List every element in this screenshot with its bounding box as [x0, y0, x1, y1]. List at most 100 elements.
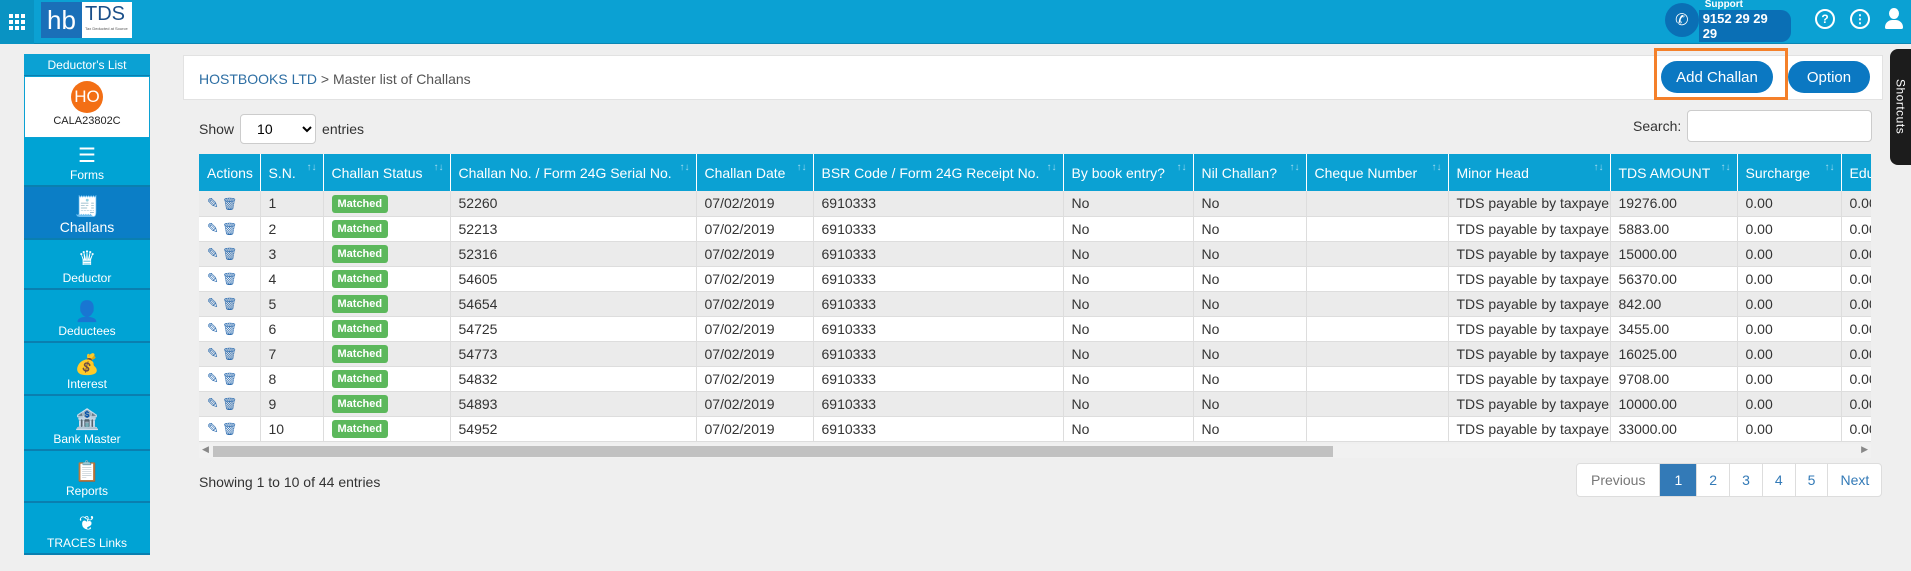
column-header[interactable]: Challan Status ↑↓ — [323, 154, 451, 191]
edit-icon[interactable]: ✎ — [207, 320, 219, 336]
column-header[interactable]: Edu — [1841, 154, 1871, 191]
actions-cell: ✎ 🗑 — [199, 366, 261, 392]
sort-icon[interactable]: ↑↓ — [1721, 162, 1731, 173]
trash-icon[interactable]: 🗑 — [219, 397, 237, 411]
column-header-label: Edu — [1849, 164, 1872, 181]
scrollbar-thumb[interactable] — [213, 446, 1333, 457]
sidebar-item-bank-master[interactable]: 🏦 Bank Master — [24, 396, 150, 451]
table-cell: No — [1193, 391, 1307, 417]
sidebar-item-deductees[interactable]: 👤 Deductees — [24, 290, 150, 343]
page-next[interactable]: Next — [1827, 464, 1881, 496]
edit-icon[interactable]: ✎ — [207, 220, 219, 236]
column-header[interactable]: Minor Head ↑↓ — [1448, 154, 1611, 191]
scroll-right-icon[interactable]: ▶ — [1861, 444, 1868, 455]
table-cell: TDS payable by taxpayer — [1448, 416, 1611, 442]
table-cell: No — [1063, 316, 1194, 342]
more-icon[interactable]: ⋮ — [1850, 9, 1870, 29]
shortcuts-tab[interactable]: Shortcuts — [1890, 49, 1911, 165]
page-2[interactable]: 2 — [1696, 464, 1729, 496]
trash-icon[interactable]: 🗑 — [219, 372, 237, 386]
trash-icon[interactable]: 🗑 — [219, 222, 237, 236]
column-header-label: By book entry? — [1071, 164, 1165, 181]
edit-icon[interactable]: ✎ — [207, 245, 219, 261]
edit-icon[interactable]: ✎ — [207, 395, 219, 411]
sort-icon[interactable]: ↑↓ — [1432, 162, 1442, 173]
edit-icon[interactable]: ✎ — [207, 370, 219, 386]
table-cell: Matched — [323, 366, 451, 392]
sidebar-item-traces-links[interactable]: ❦ TRACES Links — [24, 503, 150, 555]
table-cell: 0.00 — [1737, 341, 1842, 367]
table-cell: No — [1063, 416, 1194, 442]
column-header[interactable]: Cheque Number ↑↓ — [1306, 154, 1449, 191]
trash-icon[interactable]: 🗑 — [219, 247, 237, 261]
edit-icon[interactable]: ✎ — [207, 345, 219, 361]
page-3[interactable]: 3 — [1729, 464, 1762, 496]
edit-icon[interactable]: ✎ — [207, 270, 219, 286]
sidebar-item-challans[interactable]: 🧾 Challans — [24, 187, 150, 240]
column-header[interactable]: BSR Code / Form 24G Receipt No. ↑↓ — [813, 154, 1064, 191]
scroll-left-icon[interactable]: ◀ — [202, 444, 209, 455]
column-header[interactable]: TDS AMOUNT ↑↓ — [1610, 154, 1738, 191]
page-previous[interactable]: Previous — [1577, 464, 1659, 496]
edit-icon[interactable]: ✎ — [207, 295, 219, 311]
support-contact[interactable]: ✆ Support 9152 29 29 29 — [1665, 0, 1791, 42]
edit-icon[interactable]: ✎ — [207, 420, 219, 436]
sidebar-item-interest[interactable]: 💰 Interest — [24, 343, 150, 396]
page-5[interactable]: 5 — [1794, 464, 1828, 496]
breadcrumb-company[interactable]: HOSTBOOKS LTD — [199, 71, 317, 87]
deductor-card[interactable]: HO CALA23802C — [24, 76, 150, 138]
column-header[interactable]: S.N. ↑↓ — [260, 154, 324, 191]
trash-icon[interactable]: 🗑 — [219, 347, 237, 361]
apps-grid-button[interactable] — [0, 0, 34, 44]
option-button[interactable]: Option — [1788, 61, 1870, 93]
actions-cell: ✎ 🗑 — [199, 191, 261, 217]
table-cell: 19276.00 — [1610, 191, 1738, 217]
table-cell: 0.00 — [1737, 241, 1842, 267]
column-header[interactable]: Challan No. / Form 24G Serial No. ↑↓ — [450, 154, 697, 191]
sort-icon[interactable]: ↑↓ — [1825, 162, 1835, 173]
horizontal-scrollbar[interactable]: ◀ ▶ — [199, 444, 1871, 458]
column-header[interactable]: Actions — [199, 154, 261, 191]
sidebar-item-forms[interactable]: ☰ Forms — [24, 138, 150, 187]
help-icon[interactable]: ? — [1815, 9, 1835, 29]
breadcrumb-separator: > — [320, 71, 330, 87]
logo[interactable]: hb TDS Tax Deducted at Source — [41, 2, 132, 38]
table-cell: 3455.00 — [1610, 316, 1738, 342]
sort-icon[interactable]: ↑↓ — [434, 162, 444, 173]
support-label: Support — [1704, 0, 1744, 10]
table-info: Showing 1 to 10 of 44 entries — [199, 474, 381, 490]
user-icon[interactable] — [1884, 8, 1904, 30]
page-4[interactable]: 4 — [1761, 464, 1795, 496]
sidebar-item-deductor[interactable]: ♛ Deductor — [24, 240, 150, 290]
entries-label: entries — [322, 121, 365, 137]
table-cell: 07/02/2019 — [696, 191, 814, 217]
column-header[interactable]: Surcharge ↑↓ — [1737, 154, 1842, 191]
table-cell: 9708.00 — [1610, 366, 1738, 392]
column-header[interactable]: By book entry? ↑↓ — [1063, 154, 1194, 191]
actions-cell: ✎ 🗑 — [199, 416, 261, 442]
edit-icon[interactable]: ✎ — [207, 195, 219, 211]
sort-icon[interactable]: ↑↓ — [1594, 162, 1604, 173]
deductors-list-link[interactable]: Deductor's List — [24, 54, 150, 76]
column-header[interactable]: Challan Date ↑↓ — [696, 154, 814, 191]
sort-icon[interactable]: ↑↓ — [797, 162, 807, 173]
sort-icon[interactable]: ↑↓ — [307, 162, 317, 173]
search-input[interactable] — [1687, 110, 1873, 142]
page-size-control: Show 10 entries — [199, 114, 364, 144]
sort-icon[interactable]: ↑↓ — [680, 162, 690, 173]
sidebar-item-reports[interactable]: 📋 Reports — [24, 451, 150, 503]
page-size-select[interactable]: 10 — [240, 114, 317, 144]
trash-icon[interactable]: 🗑 — [219, 422, 237, 436]
trash-icon[interactable]: 🗑 — [219, 297, 237, 311]
trash-icon[interactable]: 🗑 — [219, 272, 237, 286]
table-cell: 10000.00 — [1610, 391, 1738, 417]
sort-icon[interactable]: ↑↓ — [1047, 162, 1057, 173]
table-cell: 6910333 — [813, 366, 1064, 392]
column-header[interactable]: Nil Challan? ↑↓ — [1193, 154, 1307, 191]
trash-icon[interactable]: 🗑 — [219, 197, 237, 211]
page-1[interactable]: 1 — [1659, 464, 1697, 496]
table-cell: 6910333 — [813, 266, 1064, 292]
sort-icon[interactable]: ↑↓ — [1177, 162, 1187, 173]
trash-icon[interactable]: 🗑 — [219, 322, 237, 336]
sort-icon[interactable]: ↑↓ — [1290, 162, 1300, 173]
